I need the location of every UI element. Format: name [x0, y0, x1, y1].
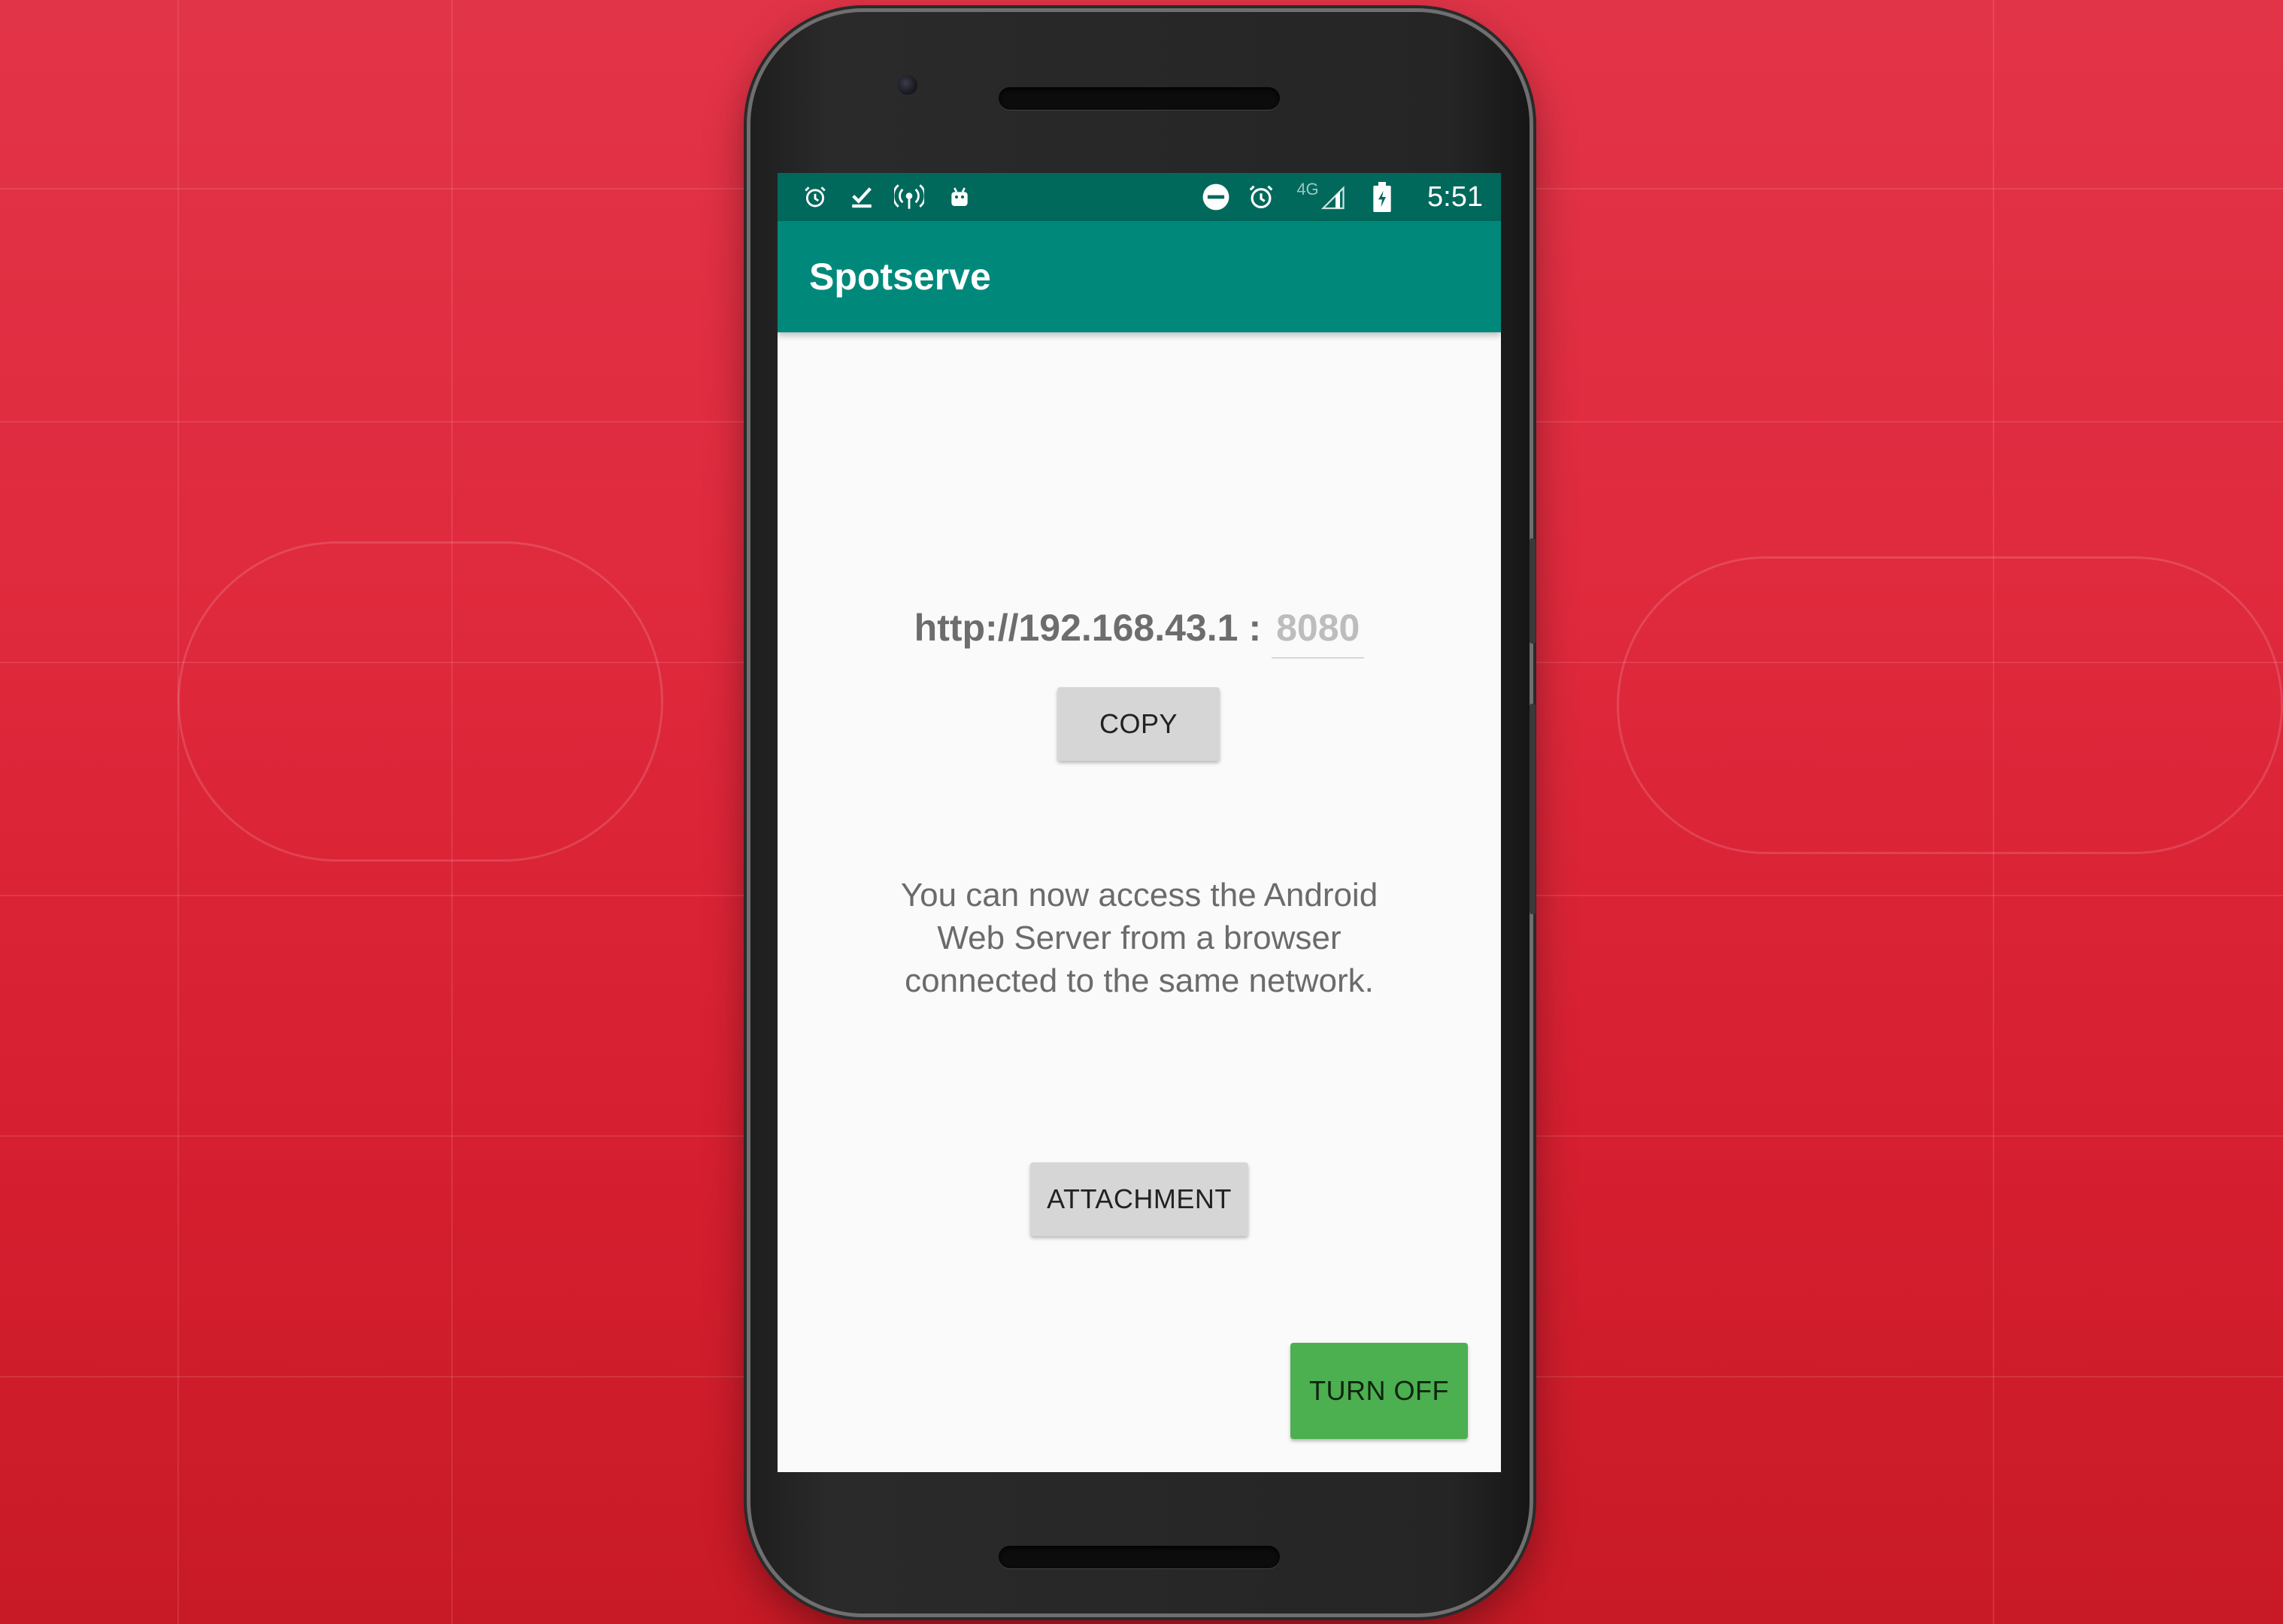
bottom-speaker [999, 1546, 1280, 1568]
download-done-icon [847, 182, 877, 212]
status-time: 5:51 [1427, 181, 1483, 213]
status-message: You can now access the Android Web Serve… [900, 877, 1378, 999]
earpiece-speaker [999, 87, 1280, 110]
status-bar: 4G 5:51 [778, 173, 1501, 221]
server-url-row: http://192.168.43.1:8080 [778, 594, 1501, 662]
phone-device: 4G 5:51 Spotserve http://192.168.43.1:80… [750, 12, 1536, 1613]
attachment-button[interactable]: ATTACHMENT [1030, 1162, 1248, 1236]
port-input[interactable]: 8080 [1272, 598, 1365, 659]
grid-line [177, 0, 179, 1624]
copy-button[interactable]: COPY [1057, 687, 1220, 761]
app-title: Spotserve [809, 256, 991, 298]
android-icon [944, 182, 975, 212]
background-arc [1617, 556, 2283, 854]
battery-charging-icon [1367, 182, 1397, 212]
background-arc [177, 541, 663, 862]
turn-off-button[interactable]: TURN OFF [1290, 1343, 1468, 1439]
signal-4g-icon: 4G [1286, 180, 1358, 212]
do-not-disturb-icon [1200, 182, 1232, 212]
phone-screen: 4G 5:51 Spotserve http://192.168.43.1:80… [778, 173, 1501, 1472]
network-type-label: 4G [1296, 180, 1319, 198]
power-button [1530, 704, 1536, 914]
alarm-icon [800, 182, 830, 212]
app-bar: Spotserve [778, 221, 1501, 332]
alarm-icon [1245, 182, 1277, 212]
volume-button [1530, 538, 1536, 644]
server-url: http://192.168.43.1 [914, 607, 1239, 649]
hotspot-icon [892, 182, 926, 212]
url-port-separator: : [1248, 607, 1262, 649]
front-camera [898, 75, 917, 95]
